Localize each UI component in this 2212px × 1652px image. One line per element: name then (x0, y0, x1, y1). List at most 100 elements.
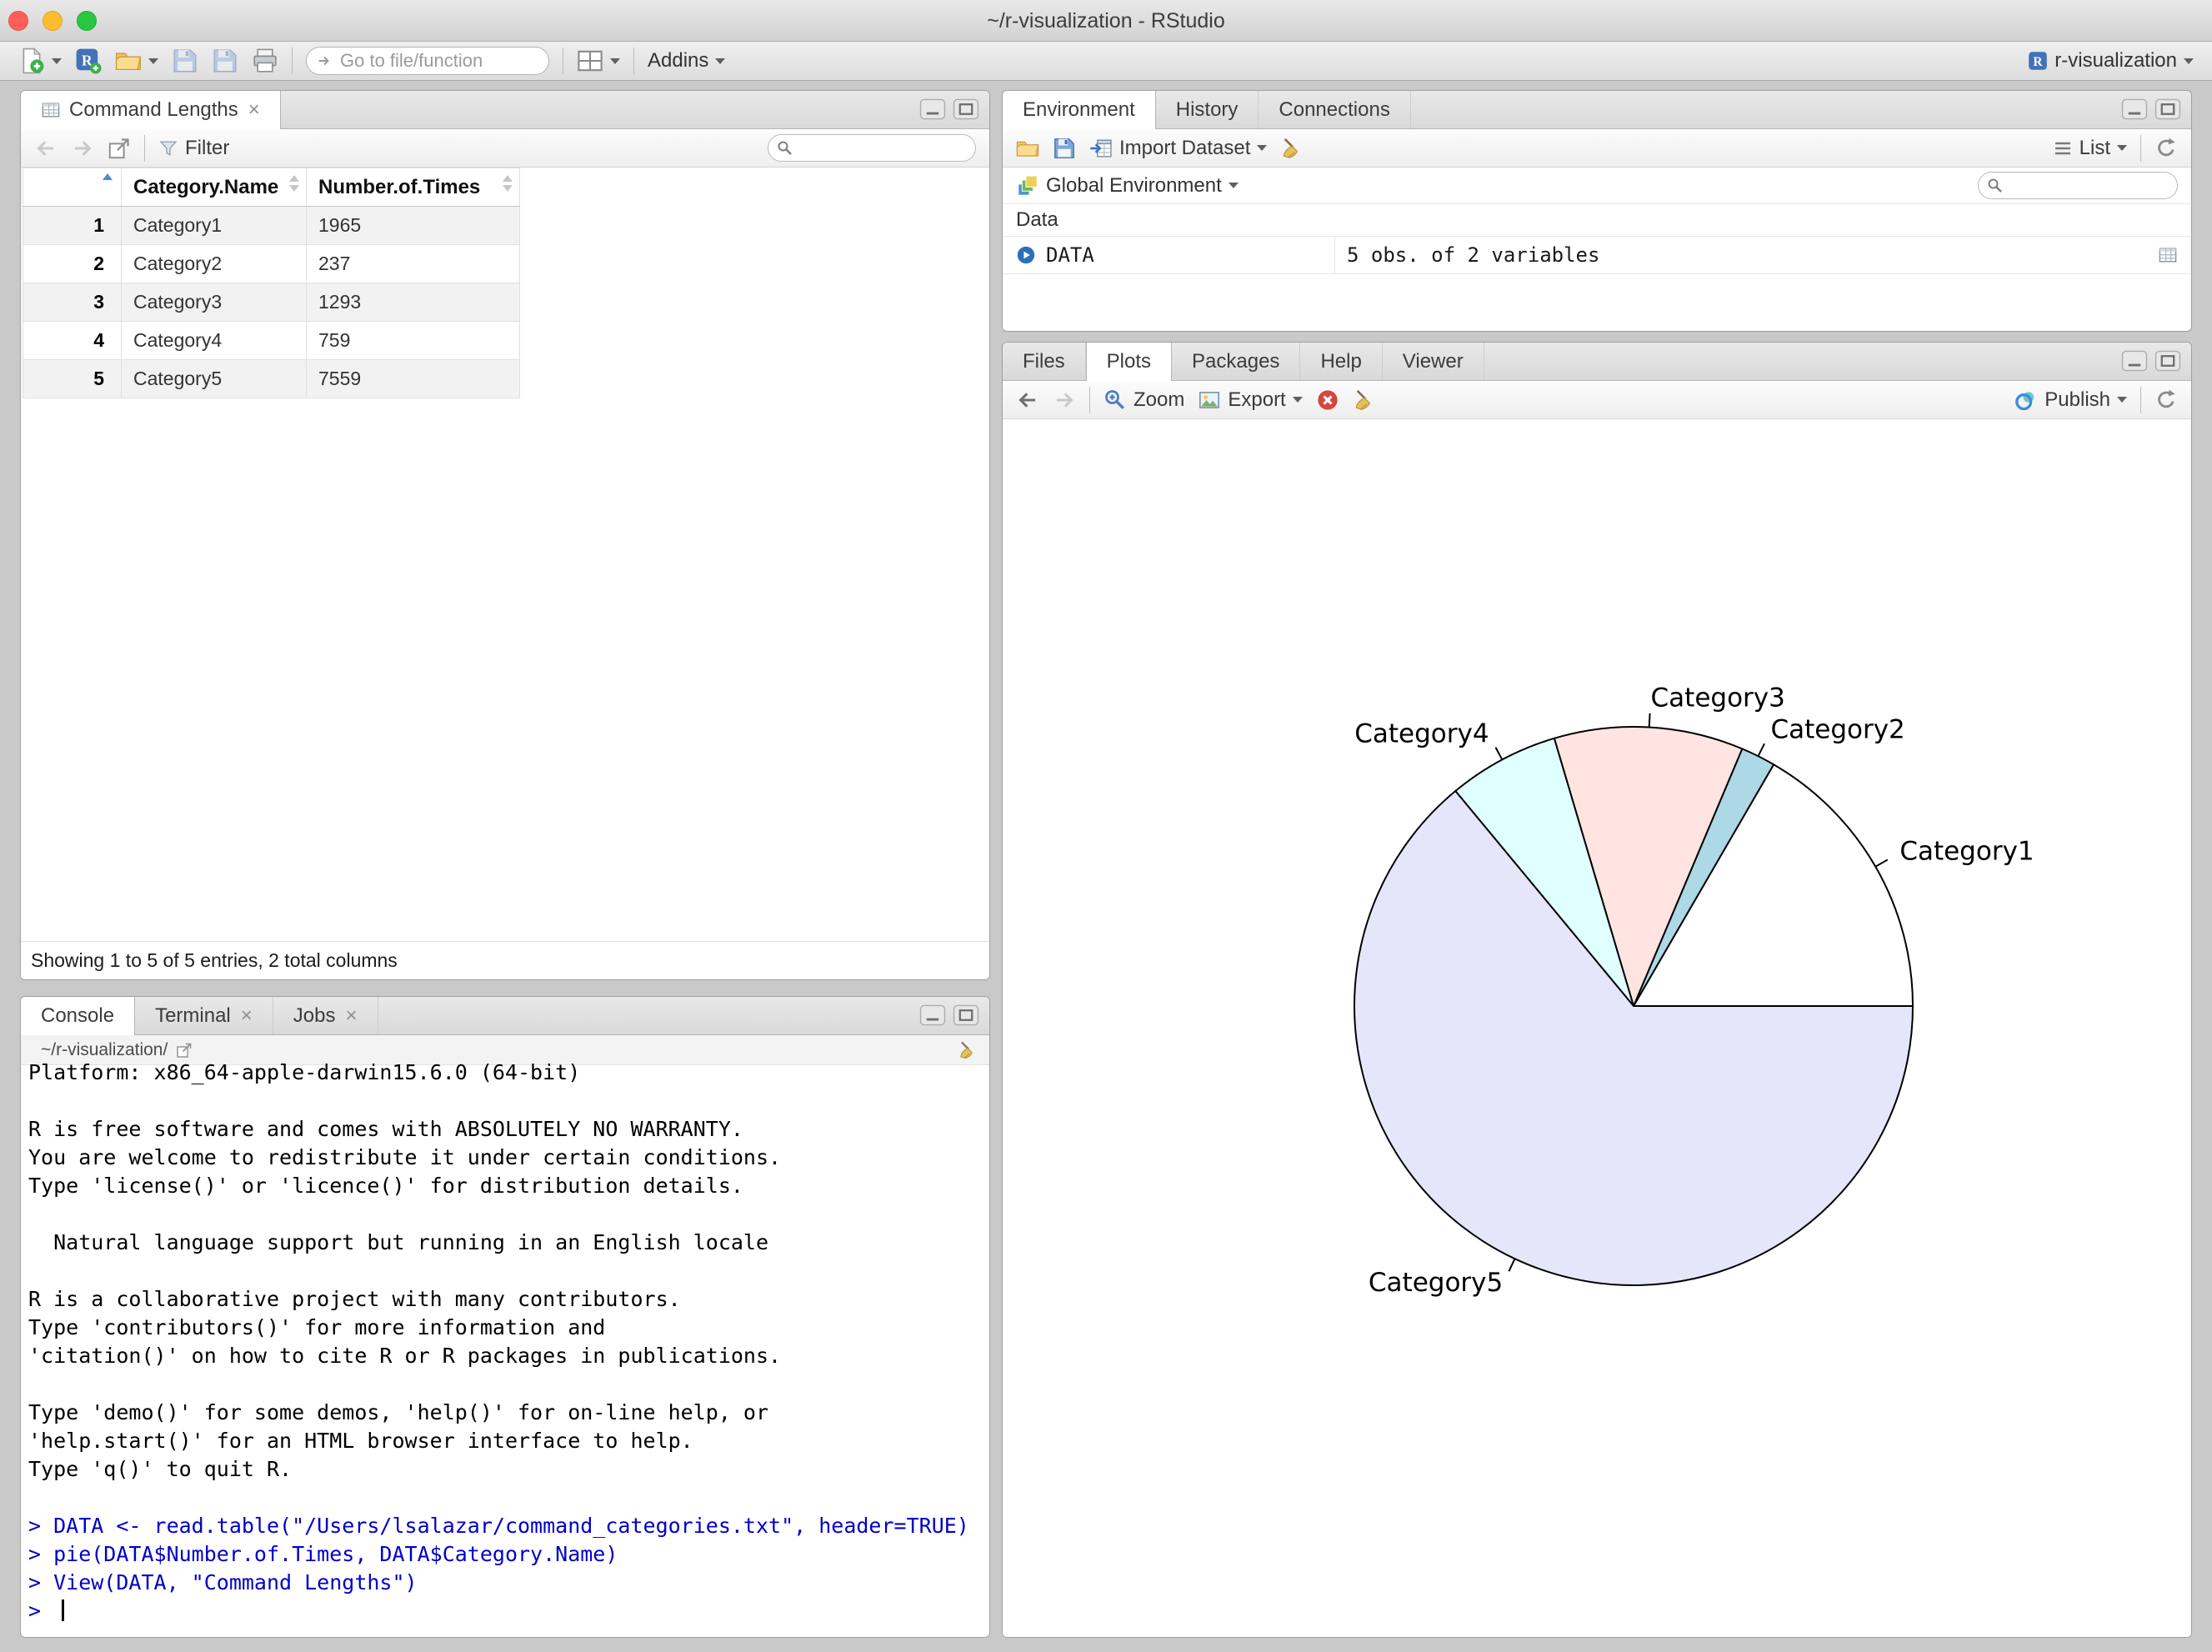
addins-label: Addins (648, 49, 709, 72)
sort-icons (503, 175, 513, 192)
popout-icon[interactable] (176, 1042, 193, 1059)
view-table-icon[interactable] (2158, 245, 2178, 265)
list-view-button[interactable]: List (2053, 137, 2127, 160)
console-output[interactable]: Platform: x86_64-apple-darwin15.6.0 (64-… (21, 1055, 989, 1629)
project-menu-button[interactable]: r-visualization (2028, 49, 2194, 73)
save-workspace-button[interactable] (1053, 137, 1076, 160)
table-row[interactable]: 2 Category2 237 (23, 244, 520, 283)
column-header-number-of-times[interactable]: Number.of.Times (306, 168, 520, 207)
save-all-button[interactable] (212, 48, 238, 74)
import-dataset-button[interactable]: Import Dataset (1089, 137, 1268, 160)
viewer-search-input[interactable] (803, 137, 967, 159)
tab-help[interactable]: Help (1300, 343, 1383, 380)
broom-icon (958, 1040, 978, 1060)
refresh-plot-button[interactable] (2154, 388, 2178, 412)
next-plot-button[interactable] (1053, 388, 1076, 412)
clear-objects-button[interactable] (1280, 137, 1304, 160)
load-workspace-button[interactable] (1016, 137, 1039, 160)
maximize-pane-button[interactable] (953, 98, 979, 120)
close-icon[interactable]: × (248, 100, 260, 120)
viewer-search-box (768, 134, 976, 162)
clear-console-button[interactable] (958, 1040, 978, 1060)
main-toolbar: Addins r-visualization (0, 42, 2212, 81)
viewer-forward-button[interactable] (71, 137, 94, 160)
table-row[interactable]: 1 Category1 1965 (23, 206, 520, 245)
tab-console[interactable]: Console (21, 997, 136, 1035)
console-pane: Console Terminal × Jobs × ~/r-visualizat… (20, 996, 990, 1638)
row-number-cell: 2 (23, 244, 122, 283)
maximize-pane-button[interactable] (2154, 350, 2181, 372)
close-icon[interactable]: × (241, 1005, 253, 1026)
maximize-pane-button[interactable] (2154, 98, 2181, 120)
table-icon (41, 100, 61, 120)
tab-jobs[interactable]: Jobs × (273, 997, 378, 1034)
refresh-environment-button[interactable] (2154, 137, 2178, 160)
export-plot-button[interactable]: Export (1198, 388, 1303, 412)
broom-icon (1280, 137, 1304, 160)
pie-label-tick (1874, 859, 1889, 868)
viewer-footer: Showing 1 to 5 of 5 entries, 2 total col… (21, 941, 989, 979)
zoom-window-button[interactable] (77, 11, 97, 31)
save-button[interactable] (172, 48, 198, 74)
close-icon[interactable]: × (345, 1005, 357, 1026)
maximize-pane-button[interactable] (953, 1004, 979, 1026)
viewer-popout-button[interactable] (108, 137, 131, 160)
environment-tabbar: Environment History Connections (1003, 91, 2191, 129)
environment-object-row[interactable]: DATA 5 obs. of 2 variables (1003, 236, 2191, 274)
environment-section-header: Data (1016, 208, 1058, 231)
filter-button[interactable]: Filter (158, 137, 229, 160)
publish-button[interactable]: Publish (2014, 388, 2127, 412)
console-cursor[interactable] (62, 1599, 65, 1621)
tab-files[interactable]: Files (1003, 343, 1086, 380)
tab-connections[interactable]: Connections (1259, 91, 1411, 128)
goto-file-input[interactable] (340, 50, 538, 72)
minimize-pane-button[interactable] (919, 1004, 946, 1026)
chevron-down-icon (1257, 145, 1268, 151)
console-output-line: 'help.start()' for an HTML browser inter… (28, 1429, 693, 1453)
pie-label-tick (1494, 747, 1504, 760)
row-number-header[interactable] (23, 168, 122, 207)
object-value: 5 obs. of 2 variables (1347, 243, 1600, 267)
zoom-label: Zoom (1134, 388, 1185, 411)
tab-terminal[interactable]: Terminal × (135, 997, 273, 1034)
chevron-down-icon (2184, 58, 2194, 64)
forward-arrow-icon (71, 137, 94, 160)
console-input-line: > View(DATA, "Command Lengths") (28, 1570, 418, 1594)
export-label: Export (1228, 388, 1286, 411)
print-button[interactable] (252, 48, 278, 74)
tab-environment[interactable]: Environment (1003, 91, 1156, 129)
new-file-button[interactable] (18, 48, 62, 74)
tab-command-lengths[interactable]: Command Lengths × (21, 91, 281, 129)
refresh-icon (2154, 137, 2178, 160)
minimize-pane-button[interactable] (2121, 350, 2148, 372)
panes-layout-button[interactable] (577, 48, 620, 74)
console-output-line: R is a collaborative project with many c… (28, 1287, 681, 1311)
remove-plot-button[interactable] (1316, 388, 1339, 412)
table-row[interactable]: 3 Category3 1293 (23, 283, 520, 322)
minimize-window-button[interactable] (43, 11, 63, 31)
tab-history[interactable]: History (1156, 91, 1259, 128)
column-header-category-name[interactable]: Category.Name (121, 168, 307, 207)
tab-viewer[interactable]: Viewer (1383, 343, 1484, 380)
new-project-button[interactable] (75, 48, 102, 74)
close-window-button[interactable] (8, 11, 28, 31)
addins-button[interactable]: Addins (648, 49, 726, 73)
zoom-plot-button[interactable]: Zoom (1103, 388, 1184, 412)
minimize-pane-button[interactable] (2121, 98, 2148, 120)
expand-object-icon[interactable] (1016, 245, 1036, 265)
environment-search-box (1978, 172, 2178, 199)
global-environment-button[interactable]: Global Environment (1016, 174, 1239, 198)
table-row[interactable]: 5 Category5 7559 (23, 359, 520, 398)
tab-plots[interactable]: Plots (1085, 343, 1173, 381)
open-file-button[interactable] (115, 48, 158, 74)
environment-search-input[interactable] (2009, 174, 2169, 197)
viewer-back-button[interactable] (34, 137, 58, 160)
minimize-pane-button[interactable] (919, 98, 946, 120)
category-name-cell: Category5 (121, 359, 307, 398)
tab-packages[interactable]: Packages (1172, 343, 1301, 380)
previous-plot-button[interactable] (1016, 388, 1039, 412)
table-row[interactable]: 4 Category4 759 (23, 321, 520, 360)
clear-plots-button[interactable] (1353, 388, 1376, 412)
viewer-tabbar: Command Lengths × (21, 91, 989, 129)
